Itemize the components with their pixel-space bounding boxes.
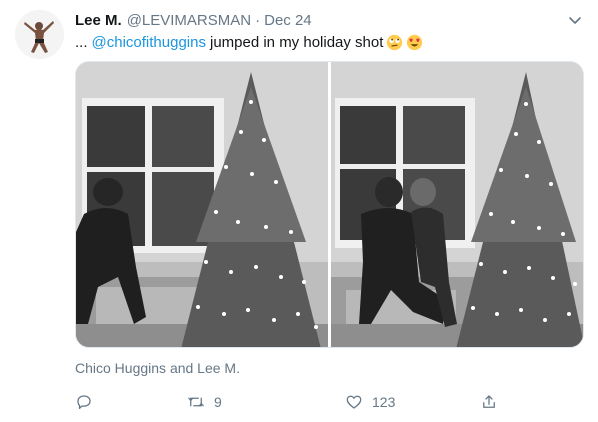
holiday-photo-right bbox=[331, 62, 583, 347]
reply-button[interactable] bbox=[75, 393, 102, 411]
author-name[interactable]: Lee M. bbox=[75, 12, 122, 29]
chevron-down-icon[interactable] bbox=[567, 12, 583, 28]
rolling-eyes-emoji-icon bbox=[387, 34, 403, 51]
tweet-header: Lee M. @LEVIMARSMAN · Dec 24 bbox=[75, 10, 312, 30]
photo-left[interactable] bbox=[76, 62, 328, 347]
like-count: 123 bbox=[372, 394, 396, 410]
mention-link[interactable]: @chicofithuggins bbox=[92, 34, 206, 51]
tagged-people[interactable]: Chico Huggins and Lee M. bbox=[75, 360, 240, 376]
retweet-icon bbox=[188, 397, 204, 407]
separator-dot: · bbox=[255, 11, 261, 29]
like-button[interactable]: 123 bbox=[345, 393, 395, 411]
holiday-photo-left bbox=[76, 62, 328, 347]
heart-icon bbox=[346, 395, 362, 409]
heart-eyes-emoji-icon bbox=[407, 34, 423, 51]
tweet-body-text: jumped in my holiday shot bbox=[209, 34, 384, 51]
text-prefix: ... bbox=[75, 34, 88, 51]
share-icon bbox=[483, 395, 495, 408]
photo-right[interactable] bbox=[331, 62, 583, 347]
author-handle[interactable]: @LEVIMARSMAN bbox=[127, 12, 251, 29]
retweet-count: 9 bbox=[214, 394, 222, 410]
comment-icon bbox=[77, 395, 91, 410]
avatar[interactable] bbox=[15, 10, 64, 59]
tweet-date[interactable]: Dec 24 bbox=[264, 12, 312, 29]
tweet-actions: 9 123 bbox=[75, 393, 505, 415]
avatar-image bbox=[15, 10, 64, 59]
tweet-text: ... @chicofithuggins jumped in my holida… bbox=[75, 34, 423, 51]
tweet[interactable]: Lee M. @LEVIMARSMAN · Dec 24 ... @chicof… bbox=[0, 0, 598, 422]
share-button[interactable] bbox=[480, 393, 498, 411]
media-container bbox=[75, 61, 584, 348]
retweet-button[interactable]: 9 bbox=[187, 393, 222, 411]
